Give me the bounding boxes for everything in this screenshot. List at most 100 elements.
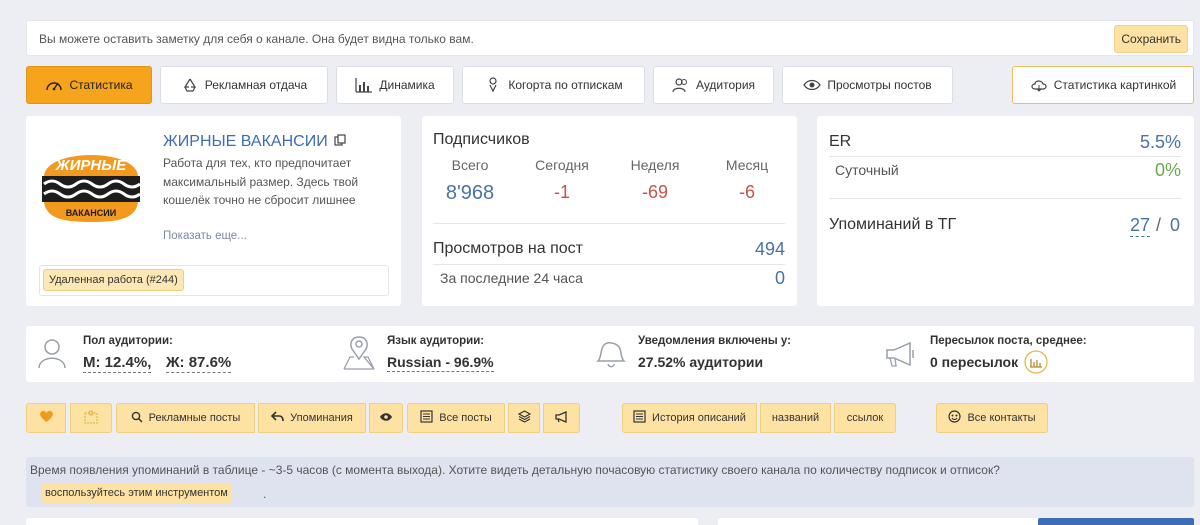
er-label: ER	[829, 133, 852, 150]
info-banner: Время появления упоминаний в таблице - ~…	[26, 457, 1194, 507]
stat-header-total: Всего	[451, 157, 489, 173]
er-daily-label: Суточный	[835, 162, 899, 178]
category-tag[interactable]: Удаленная работа (#244)	[43, 269, 184, 291]
subscribers-total: 8'968	[445, 182, 495, 204]
stat-header-week: Неделя	[630, 157, 680, 173]
mentions-button[interactable]: Упоминания	[258, 403, 366, 433]
mentions-value-2[interactable]: 0	[1170, 215, 1180, 236]
map-pin-icon	[342, 335, 376, 376]
favorite-button[interactable]	[26, 403, 66, 433]
subscribers-card: Подписчиков Всего Сегодня Неделя Месяц 8…	[422, 116, 797, 306]
language-value[interactable]: Russian - 96.9%	[387, 354, 494, 372]
subscribers-month: -6	[738, 182, 755, 202]
forwards-chart-icon[interactable]	[1024, 350, 1048, 379]
divider	[829, 198, 1181, 199]
layers-button[interactable]	[508, 403, 540, 433]
tab-label: Когорта по отпискам	[508, 78, 623, 92]
person-icon	[36, 337, 68, 374]
mentions-view-button[interactable]	[369, 403, 403, 433]
channel-description: Работа для тех, кто предпочитает максима…	[163, 156, 359, 207]
all-contacts-button[interactable]: Все контакты	[936, 403, 1048, 433]
subscribers-title: Подписчиков	[433, 131, 530, 148]
tab-ad-return[interactable]: Рекламная отдача	[160, 66, 328, 104]
bar-chart-icon	[355, 77, 373, 93]
subscribers-today: -1	[553, 182, 570, 202]
info-text: Время появления упоминаний в таблице - ~…	[30, 463, 1000, 477]
contacts-icon	[948, 410, 962, 426]
list-icon	[420, 410, 433, 426]
funnel-icon	[484, 77, 502, 93]
eye-icon	[379, 412, 393, 425]
history-names-button[interactable]: названий	[760, 403, 831, 433]
ad-megaphone-button[interactable]	[543, 403, 580, 433]
er-daily-value: 0%	[1154, 160, 1181, 180]
mentions-label: Упоминаний в ТГ	[829, 216, 957, 233]
tab-dynamics[interactable]: Динамика	[336, 66, 454, 104]
info-period: .	[263, 487, 267, 501]
tab-post-views[interactable]: Просмотры постов	[782, 66, 953, 104]
all-posts-button[interactable]: Все посты	[407, 403, 505, 433]
search-icon	[131, 411, 143, 426]
ad-posts-button[interactable]: Рекламные посты	[116, 403, 255, 433]
ad-posts-label: Рекламные посты	[148, 412, 241, 424]
notifications-value: 27.52% аудитории	[638, 354, 764, 370]
tab-label: Рекламная отдача	[204, 78, 308, 92]
language-title: Язык аудитории:	[387, 335, 485, 347]
save-note-button[interactable]: Сохранить	[1114, 25, 1188, 53]
channel-card: ЖИРНЫЕ ВАКАНСИИ ЖИРНЫЕ ВАКАНСИИ Работа д…	[26, 116, 401, 306]
gauge-icon	[45, 77, 63, 93]
tab-statistics[interactable]: Статистика	[26, 66, 152, 104]
tab-cohort[interactable]: Когорта по отпискам	[462, 66, 645, 104]
names-label: названий	[771, 412, 820, 424]
divider	[829, 156, 1181, 157]
megaphone-icon	[884, 340, 918, 373]
channel-title[interactable]: ЖИРНЫЕ ВАКАНСИИ	[163, 133, 346, 151]
gender-female[interactable]: Ж: 87.6%	[166, 354, 232, 373]
history-label: История описаний	[652, 412, 746, 424]
logo-text-top: ЖИРНЫЕ	[55, 157, 128, 174]
history-links-button[interactable]: ссылок	[834, 403, 896, 433]
reply-icon	[271, 411, 284, 425]
bell-icon	[592, 335, 628, 376]
er-card: ER 5.5% Суточный 0% Упоминаний в ТГ 27 /…	[817, 116, 1194, 306]
tab-label: Статистика картинкой	[1053, 78, 1177, 92]
tab-label: Статистика	[69, 78, 133, 92]
bookmark-button[interactable]	[70, 403, 112, 433]
megaphone-icon	[554, 410, 569, 426]
mentions-value[interactable]: 27	[1130, 215, 1151, 237]
tab-audience[interactable]: Аудитория	[653, 66, 774, 104]
history-descriptions-button[interactable]: История описаний	[622, 403, 757, 433]
er-value: 5.5%	[1139, 132, 1181, 152]
audience-strip: Пол аудитории: М: 12.4%, Ж: 87.6% Язык а…	[26, 326, 1194, 382]
eye-icon	[803, 77, 822, 93]
links-label: ссылок	[846, 412, 884, 424]
copy-icon[interactable]	[334, 133, 346, 151]
show-more-link[interactable]: Показать еще...	[163, 230, 247, 242]
last24-value: 0	[774, 268, 785, 288]
list-icon	[633, 410, 646, 426]
channel-title-text[interactable]: ЖИРНЫЕ ВАКАНСИИ	[163, 133, 328, 151]
stat-header-today: Сегодня	[535, 157, 589, 173]
use-tool-button[interactable]: воспользуйтесь этим инструментом	[42, 483, 231, 503]
heart-icon	[39, 410, 54, 426]
views-per-post-label: Просмотров на пост	[433, 240, 583, 257]
recycle-icon	[181, 77, 199, 93]
note-placeholder[interactable]: Вы можете оставить заметку для себя о ка…	[39, 32, 474, 46]
category-box: Удаленная работа (#244)	[39, 265, 389, 296]
channel-note-bar[interactable]: Вы можете оставить заметку для себя о ка…	[26, 20, 1194, 56]
tab-stats-image[interactable]: Статистика картинкой	[1012, 66, 1194, 104]
mentions-label-btn: Упоминания	[290, 412, 353, 424]
layers-icon	[517, 410, 531, 426]
logo-text-bottom: ВАКАНСИИ	[66, 208, 116, 218]
gender-title: Пол аудитории:	[83, 335, 173, 347]
tab-label: Аудитория	[695, 78, 756, 92]
forwards-value: 0 пересылок	[930, 354, 1019, 370]
all-posts-label: Все посты	[439, 412, 492, 424]
divider	[433, 223, 785, 224]
cloud-icon	[1030, 77, 1048, 93]
tab-label: Просмотры постов	[827, 78, 932, 92]
gender-male[interactable]: М: 12.4%,	[83, 354, 152, 373]
channel-logo: ЖИРНЫЕ ВАКАНСИИ	[40, 140, 142, 224]
people-icon	[672, 77, 690, 93]
last24-label: За последние 24 часа	[440, 270, 583, 286]
